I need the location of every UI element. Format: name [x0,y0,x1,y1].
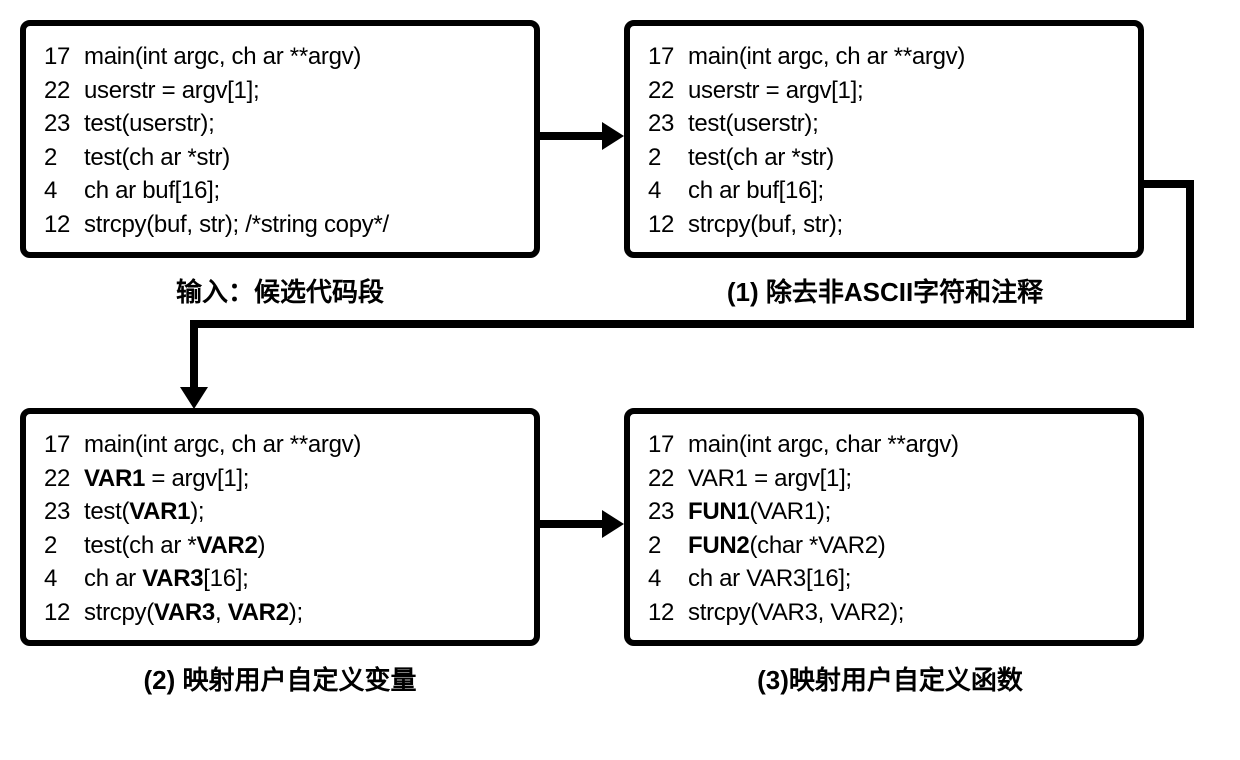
code-line: 22VAR1 = argv[1]; [648,462,1120,496]
code-block-step3: 17main(int argc, char **argv)22VAR1 = ar… [648,428,1120,630]
arrow-1-head [602,122,624,150]
code-block-step2: 17main(int argc, ch ar **argv)22VAR1 = a… [44,428,516,630]
arrow-1-shaft [540,132,605,140]
code-line: 12strcpy(VAR3, VAR2); [44,596,516,630]
code-line: 2test(ch ar *str) [44,141,516,175]
code-line: 23test(VAR1); [44,495,516,529]
code-line: 2FUN2(char *VAR2) [648,529,1120,563]
caption-step2: (2) 映射用户自定义变量 [80,660,480,697]
code-line: 22userstr = argv[1]; [44,74,516,108]
code-line: 4ch ar VAR3[16]; [648,562,1120,596]
code-line: 22VAR1 = argv[1]; [44,462,516,496]
code-line: 22userstr = argv[1]; [648,74,1120,108]
code-line: 17main(int argc, ch ar **argv) [44,428,516,462]
arrow-3-head [602,510,624,538]
code-block-step1: 17main(int argc, ch ar **argv)22userstr … [648,40,1120,242]
code-line: 17main(int argc, ch ar **argv) [44,40,516,74]
code-line: 17main(int argc, ch ar **argv) [648,40,1120,74]
code-block-input: 17main(int argc, ch ar **argv)22userstr … [44,40,516,242]
box-step3: 17main(int argc, char **argv)22VAR1 = ar… [624,408,1144,646]
code-line: 12strcpy(buf, str); /*string copy*/ [44,208,516,242]
code-line: 23test(userstr); [648,107,1120,141]
code-line: 2test(ch ar *str) [648,141,1120,175]
code-line: 23FUN1(VAR1); [648,495,1120,529]
box-step1: 17main(int argc, ch ar **argv)22userstr … [624,20,1144,258]
arrow-2-s3 [190,320,1194,328]
code-line: 17main(int argc, char **argv) [648,428,1120,462]
caption-step3: (3)映射用户自定义函数 [700,660,1080,697]
box-step2: 17main(int argc, ch ar **argv)22VAR1 = a… [20,408,540,646]
code-line: 4ch ar buf[16]; [44,174,516,208]
arrow-2-s4 [190,320,198,390]
code-line: 4ch ar buf[16]; [648,174,1120,208]
diagram-root: 17main(int argc, ch ar **argv)22userstr … [20,20,1220,740]
arrow-2-head [180,387,208,409]
caption-input: 输入：候选代码段 [120,272,440,309]
code-line: 12strcpy(VAR3, VAR2); [648,596,1120,630]
code-line: 12strcpy(buf, str); [648,208,1120,242]
arrow-2-s2 [1186,180,1194,328]
caption-step1: (1) 除去非ASCII字符和注释 [685,272,1085,309]
code-line: 2test(ch ar *VAR2) [44,529,516,563]
code-line: 4ch ar VAR3[16]; [44,562,516,596]
code-line: 23test(userstr); [44,107,516,141]
box-input: 17main(int argc, ch ar **argv)22userstr … [20,20,540,258]
arrow-3-shaft [540,520,605,528]
